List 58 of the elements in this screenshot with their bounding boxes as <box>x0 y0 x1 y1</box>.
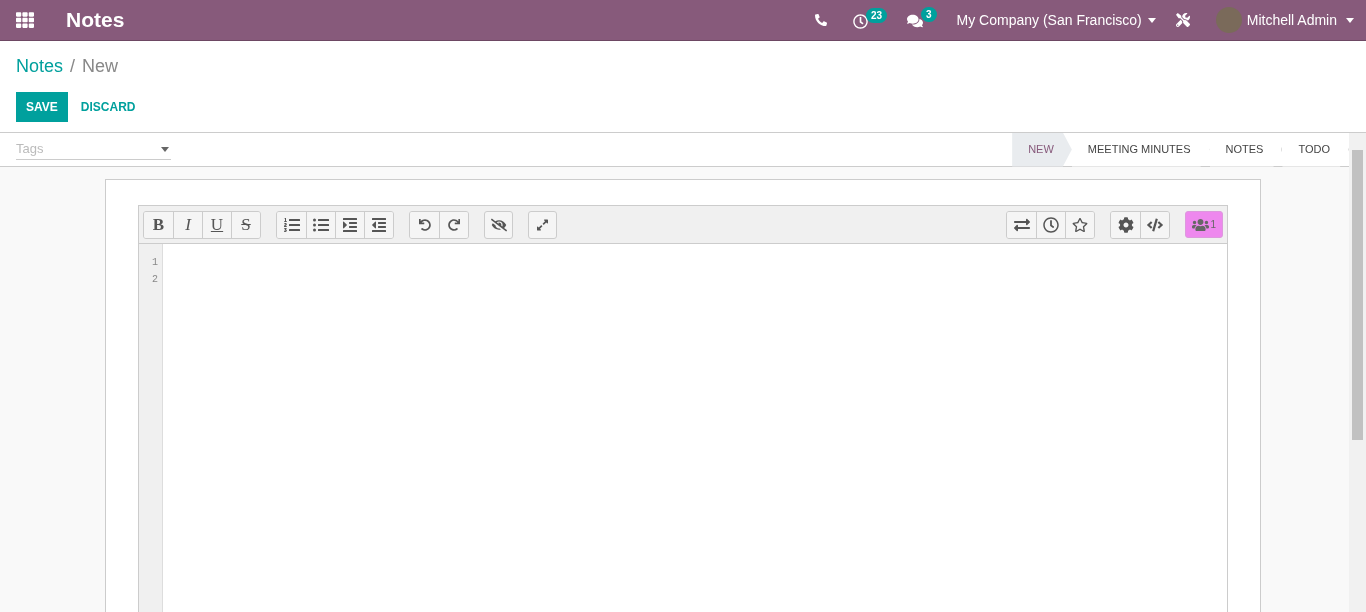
message-count: 3 <box>921 7 937 22</box>
apps-menu-icon[interactable] <box>16 11 34 29</box>
scrollbar-thumb[interactable] <box>1352 150 1363 440</box>
phone-icon[interactable] <box>814 14 827 26</box>
user-menu[interactable]: Mitchell Admin <box>1215 7 1354 33</box>
indent-icon <box>342 216 358 233</box>
tags-input[interactable]: Tags <box>16 139 136 159</box>
history-button[interactable] <box>1036 211 1066 238</box>
caret-icon <box>161 146 169 152</box>
caret-icon <box>1147 17 1156 23</box>
users-icon <box>1192 217 1210 232</box>
save-button[interactable]: SAVE <box>16 92 68 122</box>
redo-icon <box>448 216 460 233</box>
redo-button[interactable] <box>439 211 468 238</box>
scrollbar[interactable] <box>1349 133 1366 612</box>
arrows-icon <box>1013 216 1030 233</box>
ordered-list-button[interactable] <box>277 211 306 238</box>
settings-icon <box>1117 216 1134 233</box>
line-number: 2 <box>152 273 158 287</box>
code-view-button[interactable] <box>1140 211 1170 238</box>
outdent-button[interactable] <box>364 211 393 238</box>
bullet-list-icon <box>313 216 329 233</box>
bold-button[interactable]: B <box>144 211 173 238</box>
underline-button[interactable]: U <box>202 211 231 238</box>
tools-icon[interactable] <box>1175 13 1190 27</box>
fullscreen-button[interactable] <box>528 210 557 239</box>
eye-slash-icon <box>490 216 507 233</box>
settings-button[interactable] <box>1111 211 1141 238</box>
clock-icon <box>1043 216 1060 233</box>
breadcrumb-current: New <box>82 55 119 78</box>
avatar-placeholder <box>1215 7 1242 33</box>
company-switcher[interactable]: My Company (San Francisco) <box>956 9 1156 31</box>
indent-button[interactable] <box>335 211 364 238</box>
star-icon <box>1072 216 1089 233</box>
line-number: 1 <box>152 256 158 270</box>
user-name: Mitchell Admin <box>1246 10 1337 30</box>
outdent-icon <box>371 216 387 233</box>
stage-button[interactable]: NEW <box>1012 132 1072 167</box>
numbered-list-icon <box>283 216 300 233</box>
app-title: Notes <box>66 7 125 34</box>
clock-icon <box>852 13 868 29</box>
code-icon <box>1147 216 1164 233</box>
favorite-button[interactable] <box>1065 211 1095 238</box>
tags-field[interactable]: Tags <box>16 139 171 160</box>
strike-button[interactable]: S <box>231 211 260 238</box>
breadcrumb-separator: / <box>70 55 76 78</box>
chat-icon <box>907 13 923 29</box>
undo-icon <box>418 216 431 233</box>
italic-button[interactable]: I <box>173 211 202 238</box>
breadcrumb-link[interactable]: Notes <box>16 53 64 80</box>
hide-button[interactable] <box>484 210 513 239</box>
bullet-list-button[interactable] <box>306 211 335 238</box>
swap-button[interactable] <box>1007 211 1037 238</box>
discard-button[interactable]: DISCARD <box>69 92 147 122</box>
caret-icon <box>1346 17 1354 23</box>
undo-button[interactable] <box>410 211 439 238</box>
activity-button[interactable]: 23 <box>852 11 887 29</box>
activity-count: 23 <box>865 7 887 23</box>
